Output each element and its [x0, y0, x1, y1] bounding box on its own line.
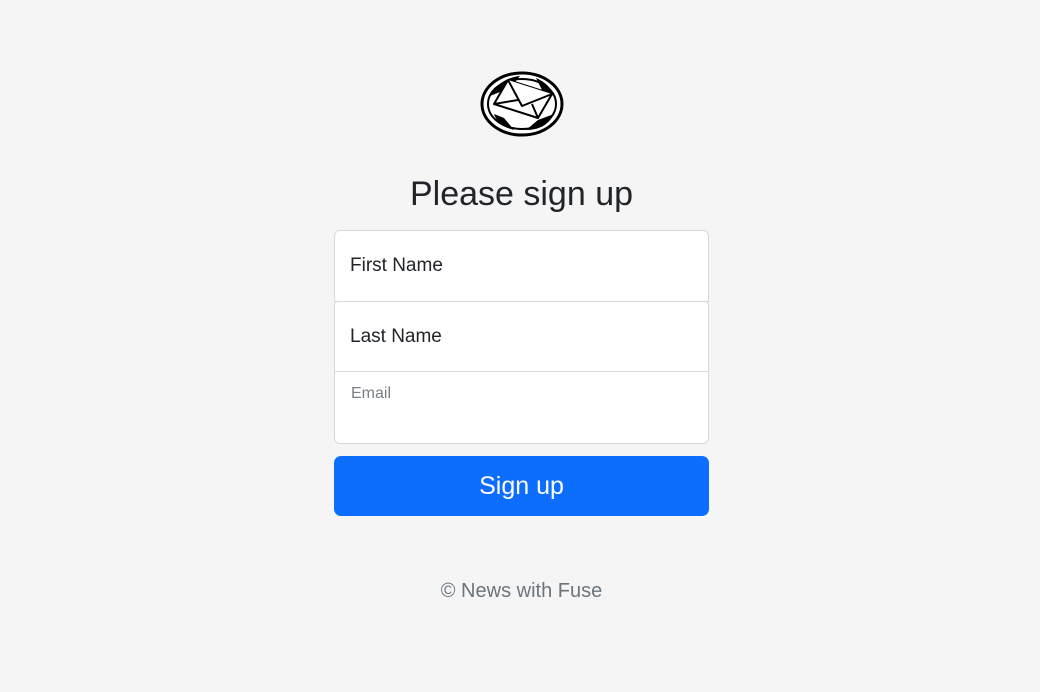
footer-copyright: © News with Fuse	[440, 580, 603, 602]
email-label: Email	[351, 385, 392, 402]
page-title: Please sign up	[409, 175, 634, 213]
envelope-icon	[480, 71, 563, 137]
sign-up-button[interactable]: Sign up	[334, 456, 709, 516]
last-name-label: Last Name	[350, 326, 442, 347]
page: Please sign up First Name Last Name Emai…	[0, 0, 1040, 692]
email-field[interactable]: Email	[334, 371, 709, 444]
form-fields: First Name Last Name Email	[334, 230, 709, 444]
first-name-field[interactable]: First Name	[334, 230, 709, 302]
email-input[interactable]	[335, 372, 708, 443]
last-name-field[interactable]: Last Name	[334, 301, 709, 372]
first-name-label: First Name	[350, 255, 443, 276]
signup-form: Please sign up First Name Last Name Emai…	[334, 70, 709, 623]
